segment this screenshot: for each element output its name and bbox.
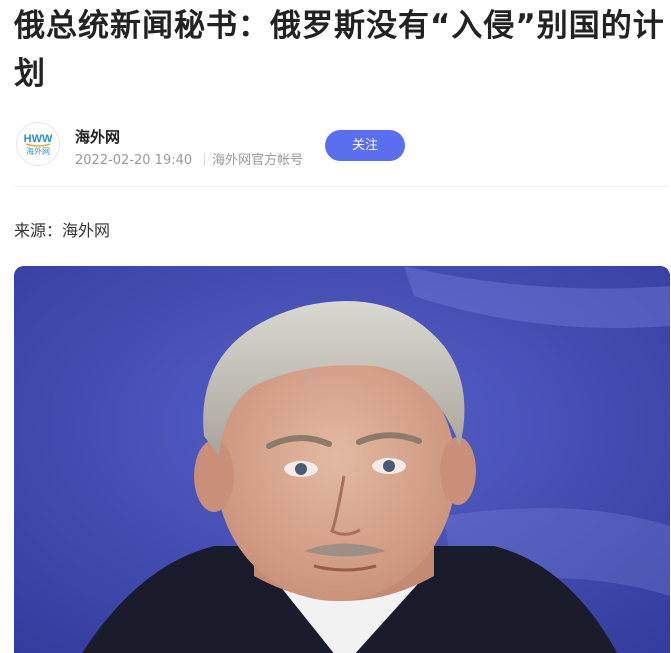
account-type: 海外网官方帐号 [212, 153, 304, 168]
author-avatar[interactable]: HWW 海外网 [16, 122, 60, 166]
header-divider [14, 186, 668, 187]
portrait-photo-icon [14, 266, 670, 653]
author-meta: 2022-02-20 19:40 海外网官方帐号 [75, 149, 303, 168]
author-name[interactable]: 海外网 [75, 126, 120, 147]
publish-datetime: 2022-02-20 19:40 [75, 153, 193, 168]
svg-text:海外网: 海外网 [26, 146, 50, 156]
meta-separator [204, 153, 206, 166]
haiwainet-logo-icon: HWW 海外网 [17, 123, 59, 165]
article-title: 俄总统新闻秘书：俄罗斯没有“入侵”别国的计划 [14, 8, 665, 92]
author-bar: HWW 海外网 海外网 2022-02-20 19:40 海外网官方帐号 关注 [14, 122, 670, 170]
follow-button[interactable]: 关注 [325, 130, 405, 161]
article-source: 来源：海外网 [14, 221, 111, 240]
svg-text:HWW: HWW [24, 133, 53, 145]
article-photo [14, 266, 670, 653]
article-page: 俄总统新闻秘书：俄罗斯没有“入侵”别国的计划 HWW 海外网 海外网 2022-… [0, 0, 671, 653]
